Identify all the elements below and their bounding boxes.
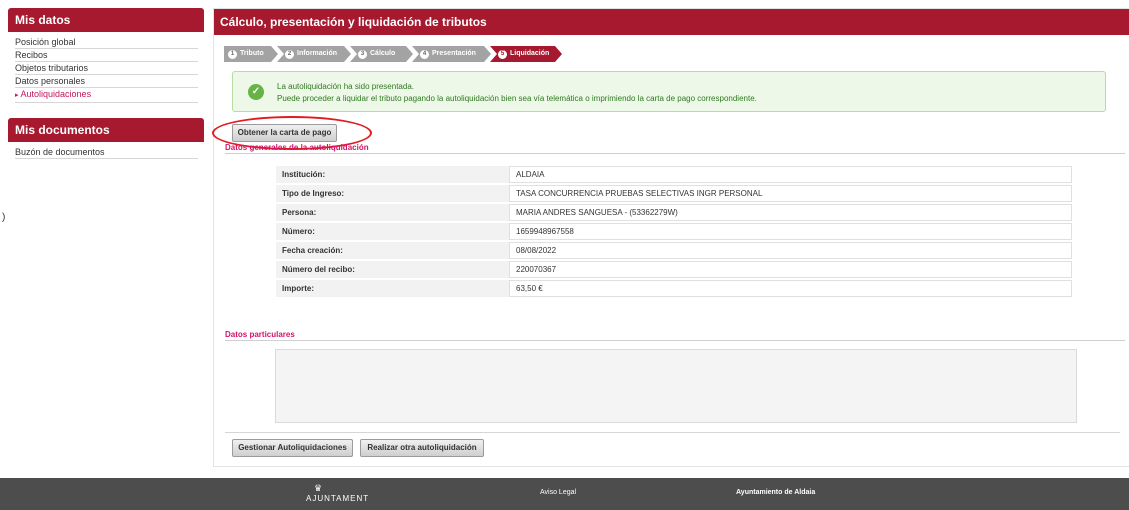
detail-key: Importe: [276,280,509,297]
ajuntament-logo: ♛ AJUNTAMENT [306,483,369,503]
sidebar-item-autoliquidaciones[interactable]: ▸ Autoliquidaciones [15,88,198,103]
table-row: Número: 1659948967558 [276,223,1072,240]
footer: ♛ AJUNTAMENT Aviso Legal Ayuntamiento de… [0,478,1129,510]
realizar-otra-autoliquidacion-button[interactable]: Realizar otra autoliquidación [360,439,484,457]
detail-key: Fecha creación: [276,242,509,259]
check-circle-icon: ✓ [248,84,264,100]
sidebar-item-posicion-global[interactable]: Posición global [15,36,198,49]
table-row: Persona: MARIA ANDRES SANGUESA - (5336227… [276,204,1072,221]
ayuntamiento-label: Ayuntamiento de Aldaia [736,489,816,496]
main-panel: Cálculo, presentación y liquidación de t… [212,8,1129,467]
aviso-legal-link[interactable]: Aviso Legal [540,489,576,496]
sidebar-item-objetos-tributarios[interactable]: Objetos tributarios [15,62,198,75]
detail-value: 08/08/2022 [509,242,1072,259]
sidebar-mis-documentos: Mis documentos Buzón de documentos [8,118,204,161]
section-datos-generales-title: Datos generales de la autoliquidación [225,143,1125,154]
logo-text: AJUNTAMENT [306,494,370,503]
page-title: Cálculo, presentación y liquidación de t… [214,9,1129,35]
sidebar-mis-datos: Mis datos Posición global Recibos Objeto… [8,8,204,105]
datos-particulares-box [275,349,1077,423]
detail-value: 1659948967558 [509,223,1072,240]
sidebar-item-autoliquidaciones-label: Autoliquidaciones [20,89,92,99]
table-row: Importe: 63,50 € [276,280,1072,297]
table-row: Fecha creación: 08/08/2022 [276,242,1072,259]
sidebar-item-recibos[interactable]: Recibos [15,49,198,62]
sidebar-mis-datos-title: Mis datos [8,8,204,32]
step-calculo[interactable]: 3 Cálculo [350,46,413,62]
alert-line-1: La autoliquidación ha sido presentada. [277,82,414,91]
detail-key: Tipo de Ingreso: [276,185,509,202]
sidebar-mis-documentos-list: Buzón de documentos [8,142,204,161]
detail-value: 63,50 € [509,280,1072,297]
step-presentacion[interactable]: 4 Presentación [412,46,491,62]
gestionar-autoliquidaciones-button[interactable]: Gestionar Autoliquidaciones [232,439,353,457]
detail-key: Número del recibo: [276,261,509,278]
sidebar-item-buzon-documentos[interactable]: Buzón de documentos [15,146,198,159]
step-liquidacion[interactable]: 5 Liquidación [490,46,562,62]
detail-key: Número: [276,223,509,240]
table-row: Institución: ALDAIA [276,166,1072,183]
sidebar-mis-datos-list: Posición global Recibos Objetos tributar… [8,32,204,105]
triangle-right-icon: ▸ [15,92,19,99]
step-tributo[interactable]: 1 Tributo [224,46,278,62]
step-informacion[interactable]: 2 Información [277,46,351,62]
detail-value: ALDAIA [509,166,1072,183]
table-row: Número del recibo: 220070367 [276,261,1072,278]
alert-line-2: Puede proceder a liquidar el tributo pag… [277,94,757,103]
sidebar-item-datos-personales[interactable]: Datos personales [15,75,198,88]
detail-key: Persona: [276,204,509,221]
detail-value: TASA CONCURRENCIA PRUEBAS SELECTIVAS ING… [509,185,1072,202]
table-row: Tipo de Ingreso: TASA CONCURRENCIA PRUEBA… [276,185,1072,202]
sidebar-mis-documentos-title: Mis documentos [8,118,204,142]
datos-generales-table: Institución: ALDAIA Tipo de Ingreso: TASA … [276,164,1072,299]
detail-value: MARIA ANDRES SANGUESA - (53362279W) [509,204,1072,221]
detail-key: Institución: [276,166,509,183]
page: Mis datos Posición global Recibos Objeto… [0,0,1129,510]
stray-character: ) [2,212,6,223]
detail-value: 220070367 [509,261,1072,278]
crown-icon: ♛ [314,483,323,493]
divider [225,432,1120,433]
section-datos-particulares-title: Datos particulares [225,330,1125,341]
success-alert: ✓ La autoliquidación ha sido presentada.… [232,71,1106,112]
